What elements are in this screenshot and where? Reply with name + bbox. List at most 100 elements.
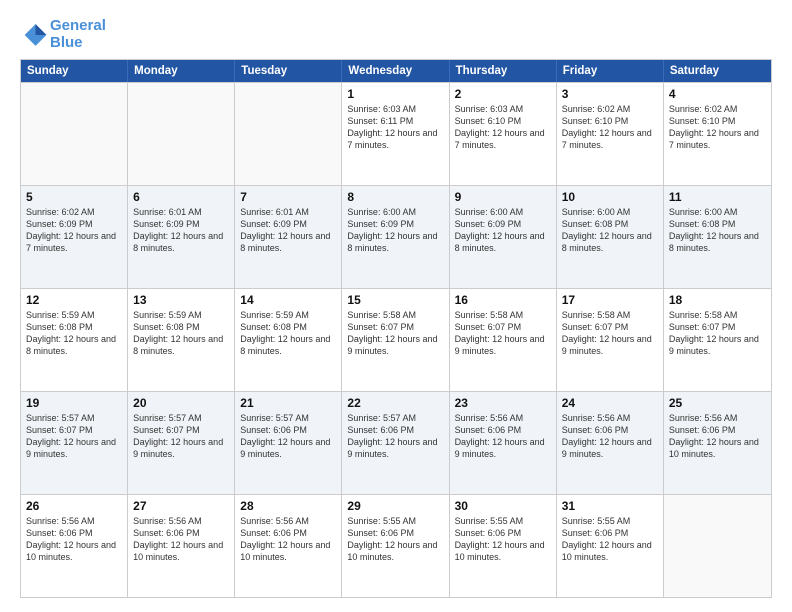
calendar-cell: 31 Sunrise: 5:55 AM Sunset: 6:06 PM Dayli…	[557, 495, 664, 597]
cell-info: Sunrise: 6:01 AM Sunset: 6:09 PM Dayligh…	[133, 206, 229, 255]
calendar-cell: 10 Sunrise: 6:00 AM Sunset: 6:08 PM Dayli…	[557, 186, 664, 288]
cell-info: Sunrise: 5:58 AM Sunset: 6:07 PM Dayligh…	[669, 309, 766, 358]
logo: General Blue	[20, 18, 106, 51]
cell-info: Sunrise: 6:00 AM Sunset: 6:08 PM Dayligh…	[669, 206, 766, 255]
cell-info: Sunrise: 6:02 AM Sunset: 6:10 PM Dayligh…	[669, 103, 766, 152]
calendar: SundayMondayTuesdayWednesdayThursdayFrid…	[20, 59, 772, 598]
cell-info: Sunrise: 6:00 AM Sunset: 6:09 PM Dayligh…	[455, 206, 551, 255]
calendar-row: 12 Sunrise: 5:59 AM Sunset: 6:08 PM Dayli…	[21, 288, 771, 391]
cell-info: Sunrise: 5:57 AM Sunset: 6:07 PM Dayligh…	[133, 412, 229, 461]
calendar-cell: 8 Sunrise: 6:00 AM Sunset: 6:09 PM Daylig…	[342, 186, 449, 288]
day-number: 6	[133, 190, 229, 204]
calendar-cell: 22 Sunrise: 5:57 AM Sunset: 6:06 PM Dayli…	[342, 392, 449, 494]
day-number: 2	[455, 87, 551, 101]
day-number: 19	[26, 396, 122, 410]
day-number: 29	[347, 499, 443, 513]
cell-info: Sunrise: 5:58 AM Sunset: 6:07 PM Dayligh…	[562, 309, 658, 358]
day-number: 1	[347, 87, 443, 101]
logo-icon	[20, 21, 48, 49]
cell-info: Sunrise: 6:00 AM Sunset: 6:09 PM Dayligh…	[347, 206, 443, 255]
cell-info: Sunrise: 5:58 AM Sunset: 6:07 PM Dayligh…	[455, 309, 551, 358]
calendar-row: 1 Sunrise: 6:03 AM Sunset: 6:11 PM Daylig…	[21, 82, 771, 185]
calendar-cell: 13 Sunrise: 5:59 AM Sunset: 6:08 PM Dayli…	[128, 289, 235, 391]
calendar-cell: 5 Sunrise: 6:02 AM Sunset: 6:09 PM Daylig…	[21, 186, 128, 288]
day-number: 17	[562, 293, 658, 307]
cell-info: Sunrise: 5:59 AM Sunset: 6:08 PM Dayligh…	[26, 309, 122, 358]
cell-info: Sunrise: 5:55 AM Sunset: 6:06 PM Dayligh…	[562, 515, 658, 564]
calendar-cell	[128, 83, 235, 185]
calendar-cell: 2 Sunrise: 6:03 AM Sunset: 6:10 PM Daylig…	[450, 83, 557, 185]
calendar-cell: 19 Sunrise: 5:57 AM Sunset: 6:07 PM Dayli…	[21, 392, 128, 494]
calendar-cell: 26Sunrise: 5:56 AM Sunset: 6:06 PM Dayli…	[21, 495, 128, 597]
calendar-row: 19 Sunrise: 5:57 AM Sunset: 6:07 PM Dayli…	[21, 391, 771, 494]
calendar-cell: 14Sunrise: 5:59 AM Sunset: 6:08 PM Dayli…	[235, 289, 342, 391]
calendar-cell	[664, 495, 771, 597]
day-number: 14	[240, 293, 336, 307]
header: General Blue	[20, 18, 772, 51]
weekday-header: Saturday	[664, 60, 771, 82]
logo-text: General Blue	[50, 18, 106, 51]
calendar-cell: 30Sunrise: 5:55 AM Sunset: 6:06 PM Dayli…	[450, 495, 557, 597]
day-number: 31	[562, 499, 658, 513]
calendar-cell: 27 Sunrise: 5:56 AM Sunset: 6:06 PM Dayli…	[128, 495, 235, 597]
cell-info: Sunrise: 6:02 AM Sunset: 6:09 PM Dayligh…	[26, 206, 122, 255]
day-number: 11	[669, 190, 766, 204]
day-number: 4	[669, 87, 766, 101]
cell-info: Sunrise: 6:03 AM Sunset: 6:11 PM Dayligh…	[347, 103, 443, 152]
calendar-cell: 23 Sunrise: 5:56 AM Sunset: 6:06 PM Dayli…	[450, 392, 557, 494]
calendar-cell: 6 Sunrise: 6:01 AM Sunset: 6:09 PM Daylig…	[128, 186, 235, 288]
calendar-cell: 16 Sunrise: 5:58 AM Sunset: 6:07 PM Dayli…	[450, 289, 557, 391]
cell-info: Sunrise: 5:56 AM Sunset: 6:06 PM Dayligh…	[240, 515, 336, 564]
calendar-cell: 12 Sunrise: 5:59 AM Sunset: 6:08 PM Dayli…	[21, 289, 128, 391]
weekday-header: Sunday	[21, 60, 128, 82]
day-number: 26	[26, 499, 122, 513]
day-number: 30	[455, 499, 551, 513]
cell-info: Sunrise: 5:58 AM Sunset: 6:07 PM Dayligh…	[347, 309, 443, 358]
calendar-cell	[21, 83, 128, 185]
day-number: 18	[669, 293, 766, 307]
calendar-cell: 9Sunrise: 6:00 AM Sunset: 6:09 PM Daylig…	[450, 186, 557, 288]
calendar-cell: 1 Sunrise: 6:03 AM Sunset: 6:11 PM Daylig…	[342, 83, 449, 185]
day-number: 12	[26, 293, 122, 307]
day-number: 7	[240, 190, 336, 204]
calendar-row: 5 Sunrise: 6:02 AM Sunset: 6:09 PM Daylig…	[21, 185, 771, 288]
day-number: 3	[562, 87, 658, 101]
cell-info: Sunrise: 5:57 AM Sunset: 6:07 PM Dayligh…	[26, 412, 122, 461]
day-number: 22	[347, 396, 443, 410]
day-number: 10	[562, 190, 658, 204]
day-number: 5	[26, 190, 122, 204]
calendar-cell: 17 Sunrise: 5:58 AM Sunset: 6:07 PM Dayli…	[557, 289, 664, 391]
day-number: 27	[133, 499, 229, 513]
cell-info: Sunrise: 5:56 AM Sunset: 6:06 PM Dayligh…	[455, 412, 551, 461]
day-number: 13	[133, 293, 229, 307]
cell-info: Sunrise: 6:03 AM Sunset: 6:10 PM Dayligh…	[455, 103, 551, 152]
cell-info: Sunrise: 5:59 AM Sunset: 6:08 PM Dayligh…	[133, 309, 229, 358]
cell-info: Sunrise: 5:57 AM Sunset: 6:06 PM Dayligh…	[240, 412, 336, 461]
day-number: 16	[455, 293, 551, 307]
calendar-cell: 21Sunrise: 5:57 AM Sunset: 6:06 PM Dayli…	[235, 392, 342, 494]
cell-info: Sunrise: 6:00 AM Sunset: 6:08 PM Dayligh…	[562, 206, 658, 255]
day-number: 8	[347, 190, 443, 204]
calendar-cell: 20 Sunrise: 5:57 AM Sunset: 6:07 PM Dayli…	[128, 392, 235, 494]
day-number: 24	[562, 396, 658, 410]
calendar-header: SundayMondayTuesdayWednesdayThursdayFrid…	[21, 60, 771, 82]
calendar-cell: 3 Sunrise: 6:02 AM Sunset: 6:10 PM Daylig…	[557, 83, 664, 185]
day-number: 20	[133, 396, 229, 410]
cell-info: Sunrise: 5:56 AM Sunset: 6:06 PM Dayligh…	[562, 412, 658, 461]
day-number: 25	[669, 396, 766, 410]
day-number: 23	[455, 396, 551, 410]
calendar-cell: 11 Sunrise: 6:00 AM Sunset: 6:08 PM Dayli…	[664, 186, 771, 288]
calendar-cell: 7Sunrise: 6:01 AM Sunset: 6:09 PM Daylig…	[235, 186, 342, 288]
calendar-cell: 24 Sunrise: 5:56 AM Sunset: 6:06 PM Dayli…	[557, 392, 664, 494]
weekday-header: Wednesday	[342, 60, 449, 82]
cell-info: Sunrise: 6:02 AM Sunset: 6:10 PM Dayligh…	[562, 103, 658, 152]
weekday-header: Friday	[557, 60, 664, 82]
calendar-cell: 4 Sunrise: 6:02 AM Sunset: 6:10 PM Daylig…	[664, 83, 771, 185]
cell-info: Sunrise: 5:56 AM Sunset: 6:06 PM Dayligh…	[133, 515, 229, 564]
cell-info: Sunrise: 5:56 AM Sunset: 6:06 PM Dayligh…	[669, 412, 766, 461]
day-number: 28	[240, 499, 336, 513]
weekday-header: Tuesday	[235, 60, 342, 82]
calendar-cell: 29Sunrise: 5:55 AM Sunset: 6:06 PM Dayli…	[342, 495, 449, 597]
page: General Blue SundayMondayTuesdayWednesda…	[0, 0, 792, 612]
cell-info: Sunrise: 5:57 AM Sunset: 6:06 PM Dayligh…	[347, 412, 443, 461]
